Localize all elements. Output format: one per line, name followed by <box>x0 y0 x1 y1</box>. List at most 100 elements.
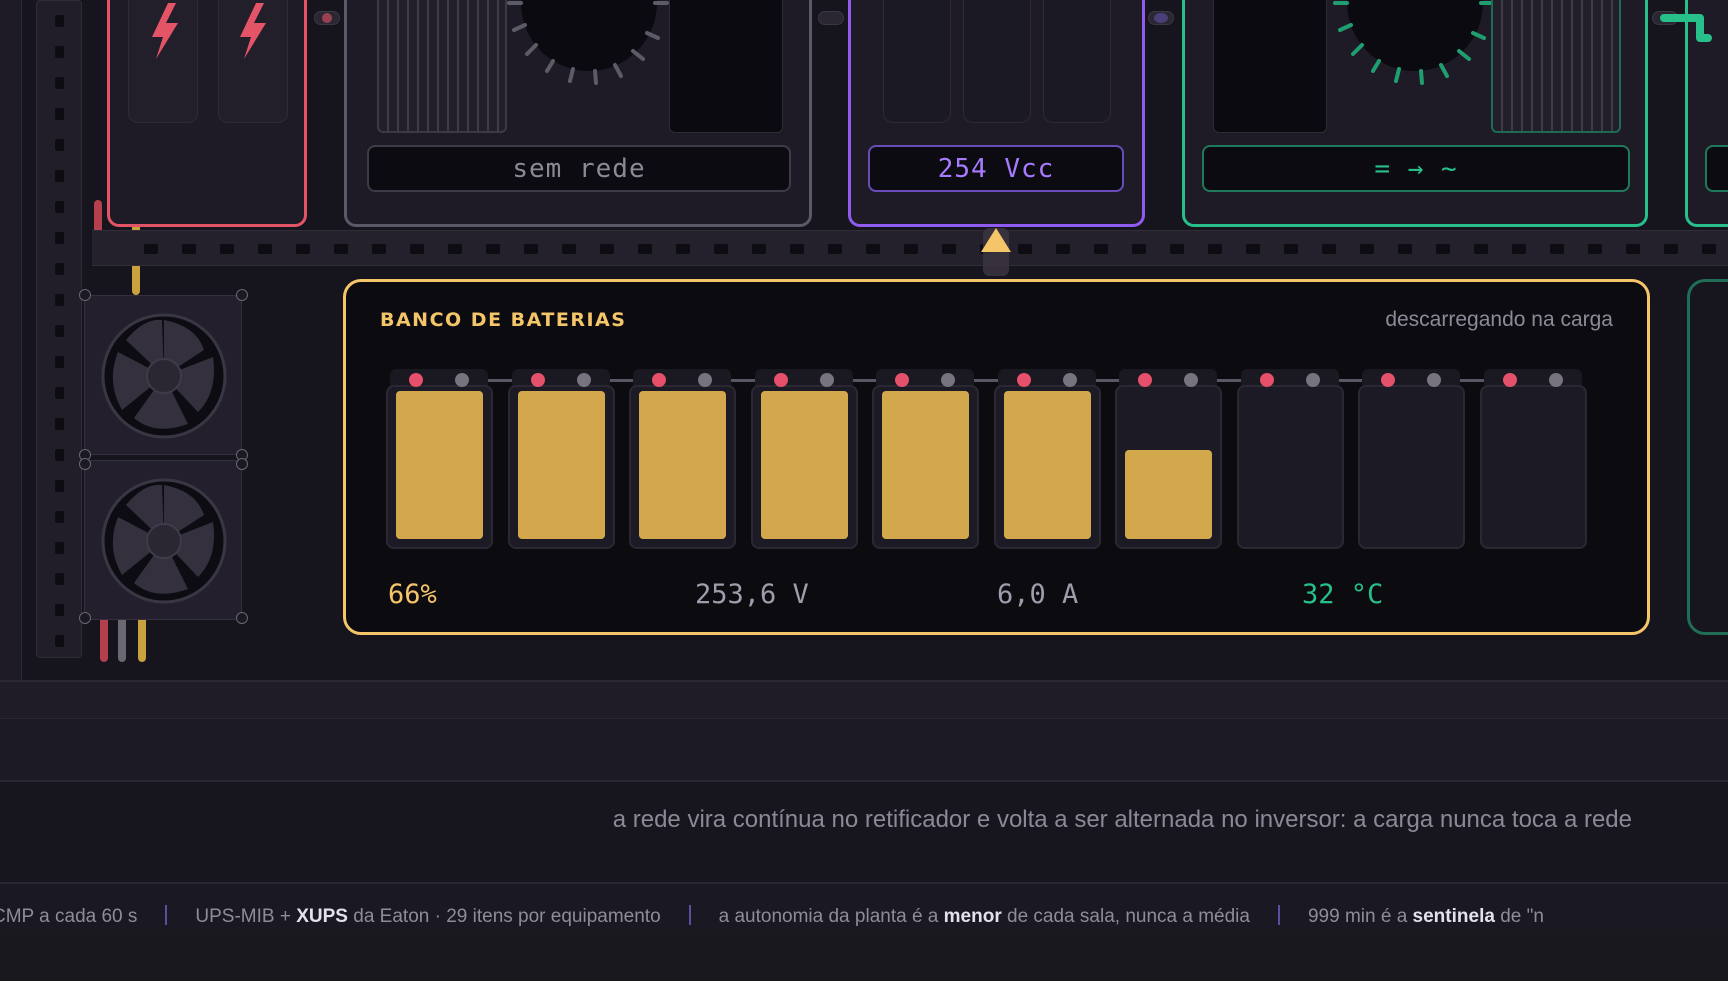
battery-cell <box>750 385 858 549</box>
rail-hole <box>334 244 348 254</box>
display-window <box>1213 0 1327 133</box>
rail-hole <box>904 244 918 254</box>
rail-hole <box>1436 244 1450 254</box>
rail-hole <box>55 511 64 523</box>
terminal-positive <box>1138 373 1152 387</box>
vertical-rail <box>36 0 82 658</box>
terminal-positive <box>530 373 545 387</box>
rail-hole <box>144 244 158 254</box>
rail-hole <box>448 244 462 254</box>
rack-base <box>0 718 1728 780</box>
terminal-negative <box>455 373 469 387</box>
vent-grille <box>377 0 507 133</box>
screw <box>79 289 91 301</box>
rail-hole <box>1702 244 1716 254</box>
rail-hole <box>752 244 766 254</box>
rail-hole <box>55 77 64 89</box>
terminal-negative <box>1305 373 1320 387</box>
ticker-item: UPS-MIB + XUPS da Eaton · 29 itens por e… <box>195 906 661 927</box>
output-label <box>1705 145 1728 192</box>
rail-hole <box>55 635 64 647</box>
battery-cell <box>629 385 736 549</box>
rail-hole <box>1512 244 1526 254</box>
battery-cell <box>507 385 615 549</box>
terminal-positive <box>1259 373 1274 387</box>
display-window <box>669 0 783 133</box>
terminal-positive <box>773 373 788 387</box>
connector <box>1148 11 1174 25</box>
battery-cell-charge <box>517 391 605 539</box>
rail-hole <box>55 480 64 492</box>
lightning-icon <box>152 3 178 59</box>
rail-hole <box>828 244 842 254</box>
rail-hole <box>1474 244 1488 254</box>
rail-hole <box>1664 244 1678 254</box>
rail-hole <box>55 263 64 275</box>
output-link-icon <box>1660 14 1712 42</box>
cooling-fan <box>84 295 242 455</box>
screw <box>79 458 91 470</box>
rail-hole <box>220 244 234 254</box>
terminal-negative <box>1062 373 1077 387</box>
rail-hole <box>942 244 956 254</box>
ticker-item: CMP a cada 60 s <box>0 906 138 927</box>
terminal-negative <box>1184 373 1198 387</box>
terminal-positive <box>1502 373 1517 387</box>
rail-hole <box>1360 244 1374 254</box>
battery-cell-charge <box>882 391 969 539</box>
bank-temperature: 32 °C <box>1302 579 1384 610</box>
rectifier-slot <box>1043 0 1111 123</box>
battery-cell <box>1115 385 1222 549</box>
battery-cell <box>993 385 1101 549</box>
rail-hole <box>1246 244 1260 254</box>
screw <box>236 289 248 301</box>
rail-hole <box>55 201 64 213</box>
rail-hole <box>790 244 804 254</box>
rack-floor <box>0 680 1728 718</box>
rail-hole <box>524 244 538 254</box>
rack-frame <box>0 0 22 680</box>
flow-caption: a rede vira contínua no retificador e vo… <box>612 806 1632 833</box>
rail-hole <box>55 449 64 461</box>
utility-status-label: sem rede <box>367 145 791 192</box>
ticker-separator <box>1277 905 1280 925</box>
rail-hole <box>1588 244 1602 254</box>
rail-hole <box>562 244 576 254</box>
battery-cell <box>872 385 979 549</box>
battery-cell <box>1479 385 1587 549</box>
screw <box>236 612 248 624</box>
terminal-positive <box>1381 373 1395 387</box>
inverter-module[interactable]: = → ~ <box>1182 0 1648 227</box>
rail-hole <box>1398 244 1412 254</box>
battery-cell-charge <box>396 391 483 539</box>
rail-hole <box>55 387 64 399</box>
ticker-item: a autonomia da planta é a menor de cada … <box>718 906 1250 927</box>
battery-bank-status: descarregando na carga <box>1385 308 1613 331</box>
utility-input-module[interactable]: sem rede <box>344 0 812 227</box>
terminal-positive <box>1016 373 1031 387</box>
fan-icon <box>101 313 227 439</box>
rail-hole <box>1094 244 1108 254</box>
bank-voltage: 253,6 V <box>695 579 809 610</box>
battery-cell-charge <box>639 391 726 539</box>
rail-hole <box>1018 244 1032 254</box>
rail-hole <box>55 232 64 244</box>
ticker-item: 999 min é a sentinela de "n <box>1307 906 1544 927</box>
battery-cell-charge <box>1003 391 1091 539</box>
ticker-separator <box>165 905 168 925</box>
rail-hole <box>1208 244 1222 254</box>
battery-cell-charge <box>760 391 848 539</box>
battery-cell <box>1358 385 1465 549</box>
connector <box>818 11 844 25</box>
terminal-negative <box>819 373 834 387</box>
battery-bank-title: BANCO DE BATERIAS <box>380 309 627 331</box>
screw <box>79 612 91 624</box>
terminal-negative <box>698 373 712 387</box>
input-breaker-module[interactable] <box>107 0 307 227</box>
rail-hole <box>55 15 64 27</box>
screw <box>236 458 248 470</box>
rectifier-module[interactable]: 254 Vcc <box>848 0 1145 227</box>
bank-current: 6,0 A <box>997 579 1079 610</box>
adjacent-panel <box>1687 279 1728 635</box>
battery-bank-panel[interactable]: BANCO DE BATERIAS descarregando na carga… <box>343 279 1650 635</box>
